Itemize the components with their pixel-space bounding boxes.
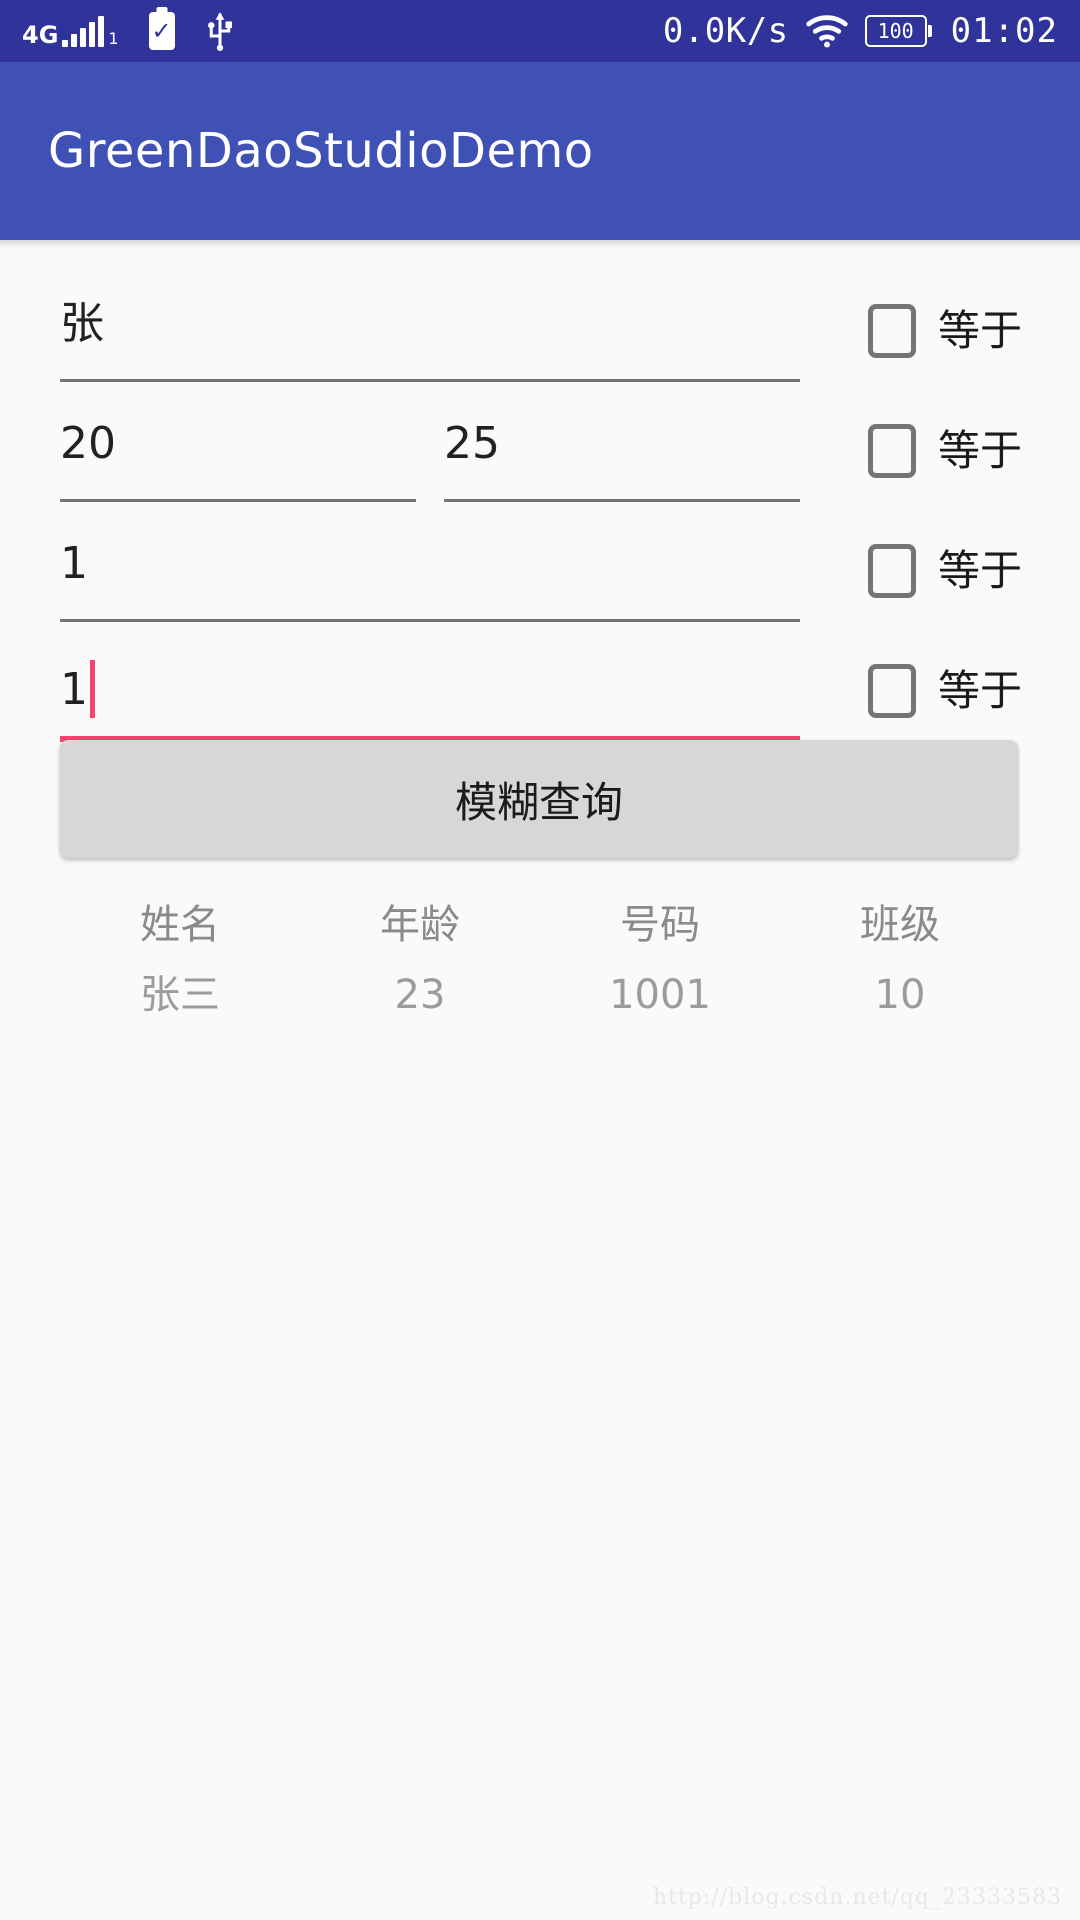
class-input[interactable]: 1 (60, 650, 800, 742)
table-cell-age: 23 (394, 972, 446, 1018)
battery-icon: 100 (864, 15, 927, 47)
equals-checkbox-class[interactable] (867, 664, 916, 718)
main-content: 张 等于 20 25 等于 1 等于 1 等于 模糊查询 姓名 年龄 号码 班级… (0, 240, 1080, 1920)
table-cell-number: 1001 (609, 972, 711, 1018)
form-row-class: 1 等于 (0, 650, 1080, 742)
check-glyph: ✓ (151, 17, 172, 45)
age-max-input[interactable]: 25 (444, 410, 800, 502)
number-input-underline (60, 619, 800, 622)
equals-label-number: 等于 (937, 546, 1022, 595)
network-type-label: 4G (22, 20, 59, 49)
number-input[interactable]: 1 (60, 530, 800, 622)
equals-checkbox-age[interactable] (867, 424, 916, 478)
page-title: GreenDaoStudioDemo (48, 123, 594, 179)
equals-label-class: 等于 (937, 666, 1022, 715)
field-group-number: 1 (0, 530, 800, 622)
result-table: 姓名 年龄 号码 班级 张三 23 1001 10 (60, 890, 1020, 1030)
form-row-name: 张 等于 (0, 290, 1080, 382)
table-header-class: 班级 (860, 902, 940, 948)
text-cursor (90, 660, 95, 718)
table-header-row: 姓名 年龄 号码 班级 (60, 890, 1020, 960)
table-cell-name: 张三 (140, 972, 220, 1018)
table-header-name: 姓名 (140, 902, 220, 948)
age-max-input-value: 25 (444, 418, 500, 469)
sim-index-label: 1 (108, 28, 119, 48)
form-row-age: 20 25 等于 (0, 410, 1080, 502)
equals-label-age: 等于 (937, 426, 1022, 475)
signal-icon: 4G 1 (22, 15, 119, 49)
network-speed-label: 0.0K/s (662, 11, 789, 51)
name-input[interactable]: 张 (60, 290, 800, 382)
field-group-age: 20 25 (0, 410, 800, 502)
name-input-value: 张 (60, 298, 104, 349)
name-input-underline (60, 379, 800, 382)
table-header-age: 年龄 (380, 902, 460, 948)
equals-label-name: 等于 (937, 306, 1022, 355)
watermark: http://blog.csdn.net/qq_23333583 (652, 1885, 1062, 1910)
clock-label: 01:02 (950, 11, 1058, 51)
form-row-number: 1 等于 (0, 530, 1080, 622)
app-bar: GreenDaoStudioDemo (0, 62, 1080, 240)
class-input-value: 1 (60, 664, 88, 715)
wifi-icon (805, 15, 848, 48)
usb-icon (207, 12, 232, 51)
fuzzy-query-button[interactable]: 模糊查询 (60, 740, 1018, 858)
equals-checkbox-number[interactable] (867, 544, 916, 598)
status-bar: 4G 1 ✓ 0.0K/s 100 01:02 (0, 0, 1080, 62)
battery-check-icon: ✓ (148, 12, 175, 50)
equals-checkbox-name[interactable] (867, 304, 916, 358)
field-group-class: 1 (0, 650, 800, 742)
table-cell-class: 10 (874, 972, 926, 1018)
number-input-value: 1 (60, 538, 88, 589)
equals-checkbox-group-name[interactable]: 等于 (867, 290, 1080, 358)
fuzzy-query-button-label: 模糊查询 (454, 777, 623, 827)
signal-bars-icon (62, 15, 105, 47)
table-row[interactable]: 张三 23 1001 10 (60, 960, 1020, 1030)
age-min-input[interactable]: 20 (60, 410, 416, 502)
equals-checkbox-group-class[interactable]: 等于 (867, 650, 1080, 718)
field-group-name: 张 (0, 290, 800, 382)
age-min-input-value: 20 (60, 418, 116, 469)
status-bar-right: 0.0K/s 100 01:02 (663, 11, 1058, 51)
equals-checkbox-group-age[interactable]: 等于 (867, 410, 1080, 478)
status-bar-left: 4G 1 ✓ (22, 11, 235, 51)
battery-level-label: 100 (877, 19, 914, 43)
equals-checkbox-group-number[interactable]: 等于 (867, 530, 1080, 598)
table-header-number: 号码 (620, 902, 700, 948)
age-min-input-underline (60, 499, 416, 502)
age-max-input-underline (444, 499, 800, 502)
